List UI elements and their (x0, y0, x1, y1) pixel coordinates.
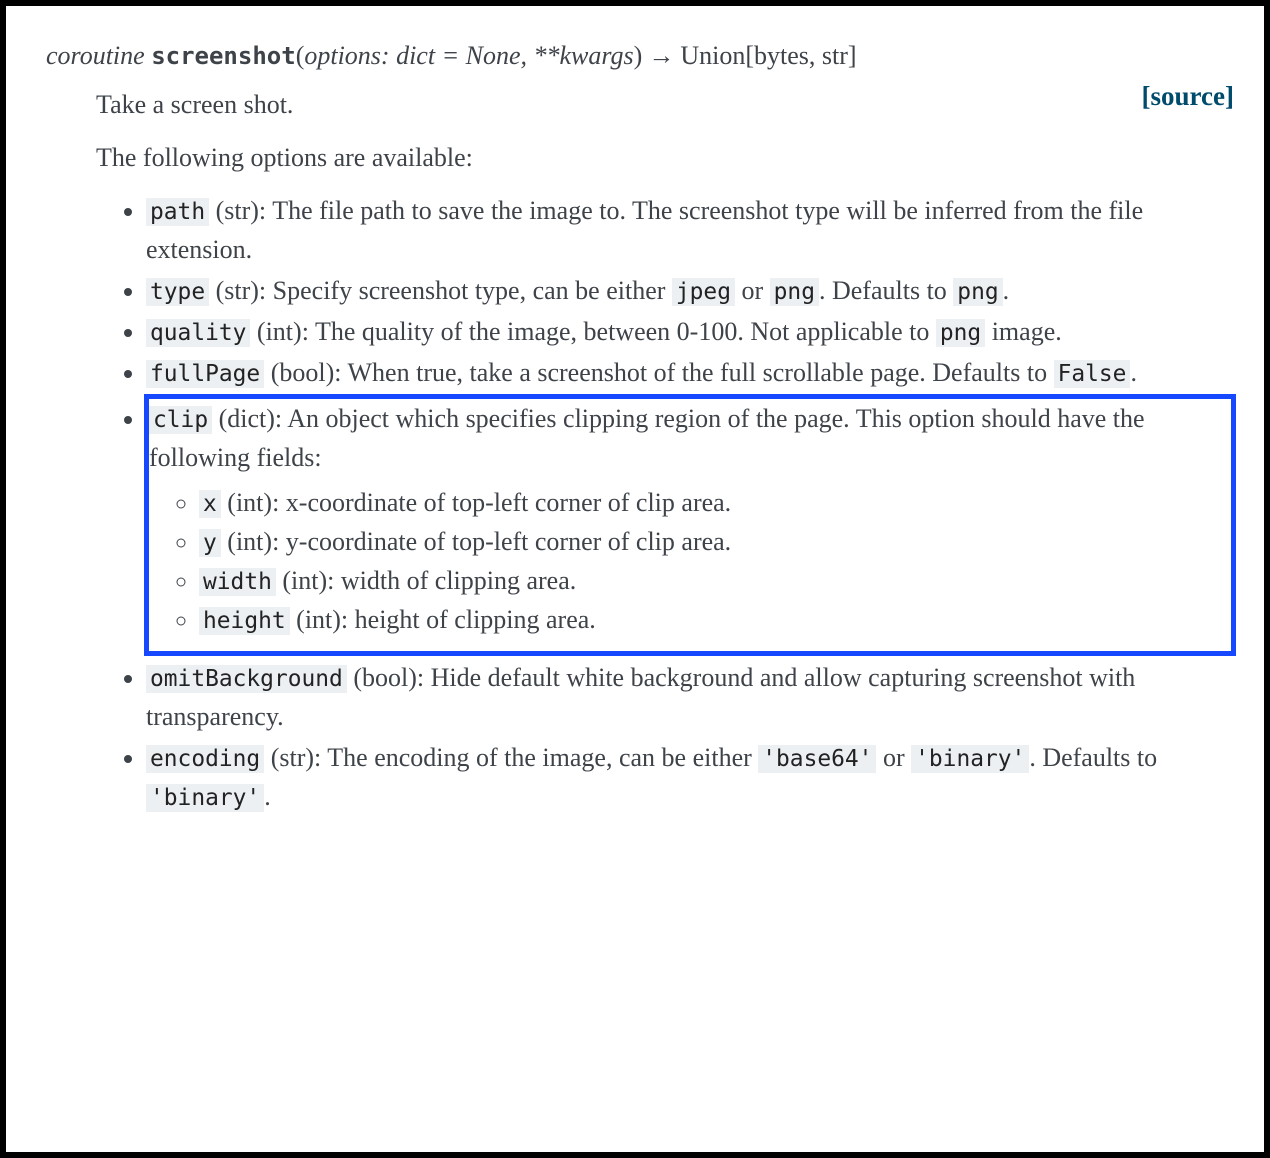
function-params-b: = None, **kwargs (435, 41, 634, 70)
option-name: clip (149, 406, 212, 434)
option-name: omitBackground (146, 665, 347, 693)
function-name: screenshot (151, 42, 296, 70)
function-params-a: options: dict (304, 41, 435, 70)
option-quality: quality (int): The quality of the image,… (146, 312, 1234, 351)
clip-field-x: x (int): x-coordinate of top-left corner… (199, 483, 1231, 522)
coroutine-label: coroutine (46, 41, 145, 70)
clip-field-y: y (int): y-coordinate of top-left corner… (199, 522, 1231, 561)
return-type: Union[bytes, str] (680, 41, 856, 70)
option-name: quality (146, 319, 250, 347)
clip-field-height: height (int): height of clipping area. (199, 600, 1231, 639)
options-list: path (str): The file path to save the im… (96, 191, 1234, 816)
option-name: type (146, 278, 209, 306)
function-signature: coroutine screenshot(options: dict = Non… (46, 36, 1234, 75)
clip-field-width: width (int): width of clipping area. (199, 561, 1231, 600)
clip-highlight-box: clip (dict): An object which specifies c… (144, 394, 1236, 656)
option-encoding: encoding (str): The encoding of the imag… (146, 738, 1234, 816)
option-path: path (str): The file path to save the im… (146, 191, 1234, 269)
option-name: encoding (146, 745, 264, 773)
source-link[interactable]: [source] (1142, 76, 1234, 117)
option-name: fullPage (146, 360, 264, 388)
option-type: type (str): Specify screenshot type, can… (146, 271, 1234, 310)
option-omitbackground: omitBackground (bool): Hide default whit… (146, 658, 1234, 736)
options-intro: The following options are available: (96, 138, 1234, 177)
description: Take a screen shot. (96, 85, 1234, 124)
clip-fields-list: x (int): x-coordinate of top-left corner… (149, 483, 1231, 639)
option-fullpage: fullPage (bool): When true, take a scree… (146, 353, 1234, 392)
option-clip: clip (dict): An object which specifies c… (146, 394, 1234, 656)
option-name: path (146, 198, 209, 226)
